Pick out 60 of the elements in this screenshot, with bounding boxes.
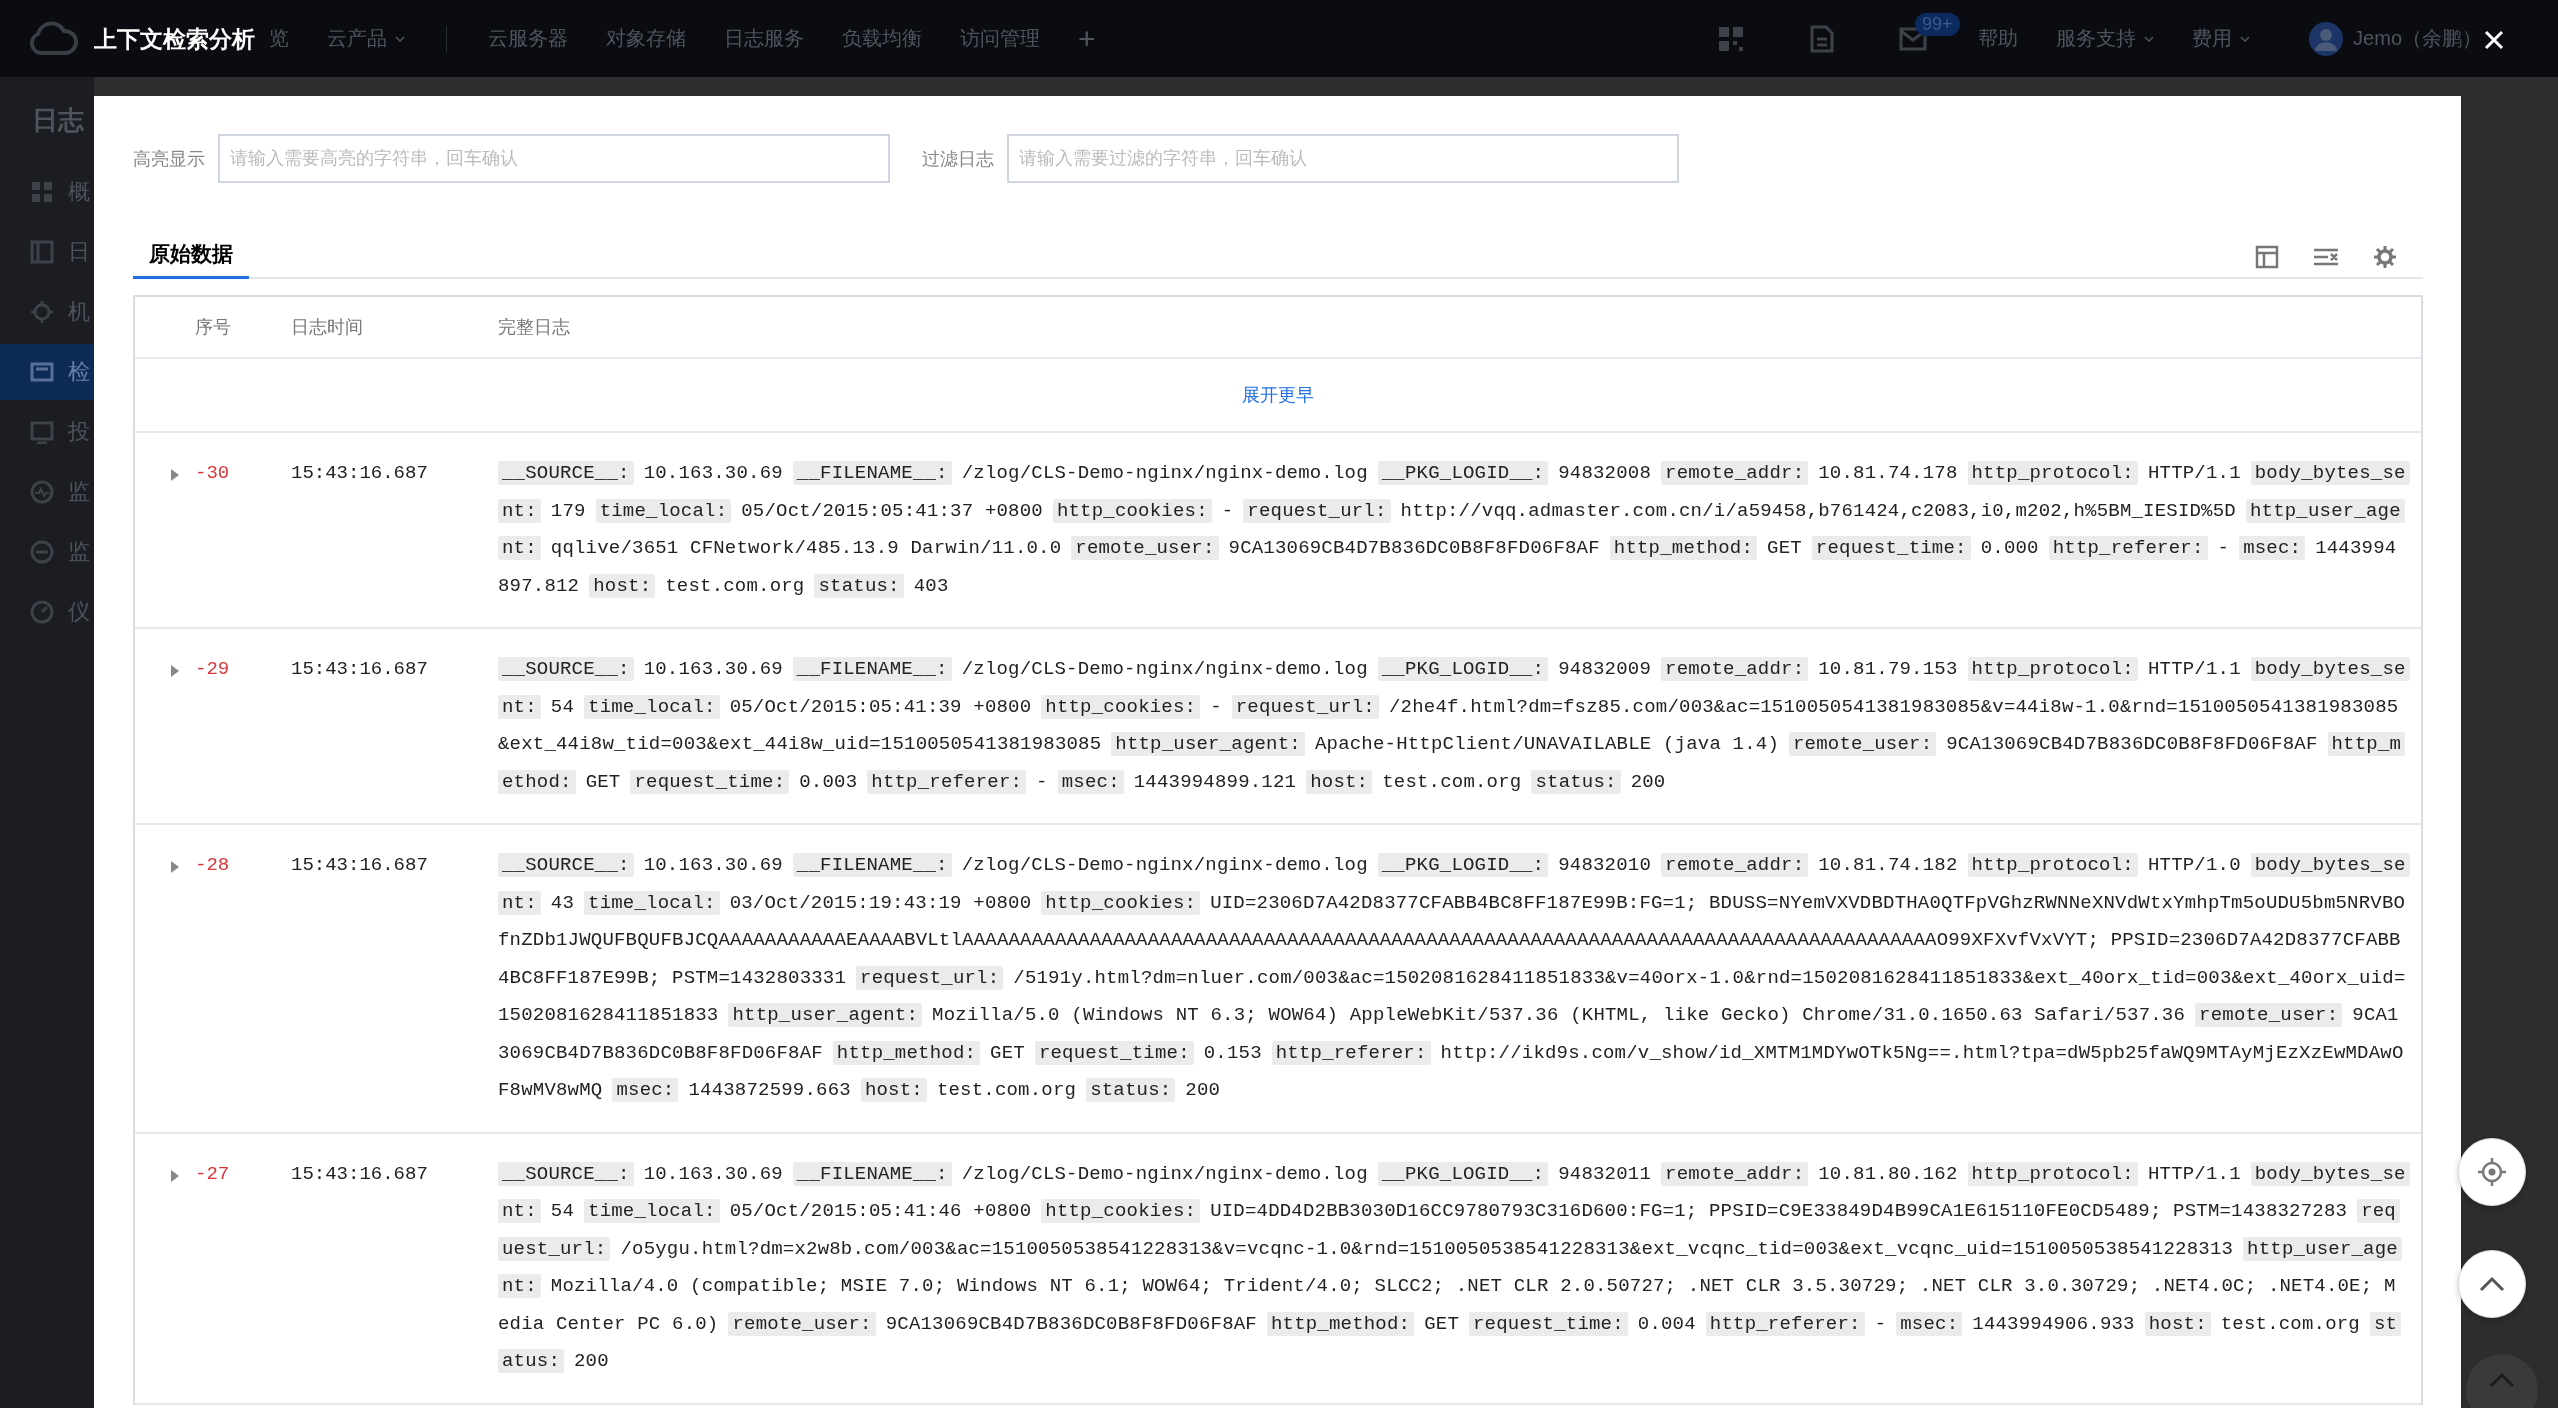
nav-link[interactable]: 负载均衡 bbox=[823, 25, 941, 52]
sidebar-item[interactable]: 监 bbox=[0, 524, 94, 580]
nav-link[interactable]: 日志服务 bbox=[705, 25, 823, 52]
document-icon[interactable] bbox=[1809, 24, 1836, 53]
row-number: -27 bbox=[195, 1162, 230, 1185]
card-icon bbox=[30, 360, 54, 384]
row-number: -30 bbox=[195, 462, 230, 484]
field-label: 过滤日志 bbox=[922, 147, 994, 171]
expand-arrow-icon[interactable] bbox=[170, 1169, 179, 1182]
nav-link[interactable]: 访问管理 bbox=[941, 25, 1059, 52]
row-number: -29 bbox=[195, 658, 230, 680]
sidebar-item[interactable]: 投 bbox=[0, 404, 94, 460]
nav-link[interactable]: 云产品 bbox=[308, 25, 424, 52]
row-number: -28 bbox=[195, 854, 230, 876]
sidebar-item[interactable]: 仪 bbox=[0, 584, 94, 640]
column-header: 完整日志 bbox=[498, 316, 570, 339]
search-field[interactable]: 请输入需要过滤的字符串，回车确认 bbox=[1007, 134, 1679, 183]
caret-icon bbox=[2144, 35, 2155, 42]
layout-icon[interactable] bbox=[2255, 245, 2279, 269]
log-time: 15:43:16.687 bbox=[291, 658, 428, 680]
chevron-up-icon bbox=[2489, 1372, 2515, 1388]
settings-icon[interactable] bbox=[2373, 245, 2397, 269]
column-header: 序号 bbox=[195, 316, 231, 339]
sidebar-item[interactable]: 日 bbox=[0, 224, 94, 280]
user-name[interactable]: Jemo（余鹏） bbox=[2353, 25, 2482, 52]
pulse-icon bbox=[30, 480, 54, 504]
tab[interactable]: 原始数据 bbox=[133, 240, 249, 279]
panel-icon bbox=[30, 240, 54, 264]
crosshair-icon bbox=[2477, 1157, 2507, 1187]
sidebar-item[interactable]: 机 bbox=[0, 284, 94, 340]
nav-link[interactable]: 帮助 bbox=[1959, 25, 2038, 52]
sidebar-item[interactable]: 概 bbox=[0, 164, 94, 220]
load-earlier-link[interactable]: 展开更早 bbox=[1242, 383, 1314, 407]
dialog-title: 上下文检索分析 bbox=[94, 25, 255, 54]
avatar-icon[interactable] bbox=[2309, 21, 2344, 56]
caret-icon bbox=[395, 35, 405, 42]
log-time: 15:43:16.687 bbox=[291, 854, 428, 876]
close-button[interactable] bbox=[2484, 30, 2504, 50]
column-header: 日志时间 bbox=[291, 316, 363, 339]
search-field[interactable]: 请输入需要高亮的字符串，回车确认 bbox=[218, 134, 890, 183]
grid-icon bbox=[30, 180, 54, 204]
expand-arrow-icon[interactable] bbox=[170, 469, 179, 482]
nav-link[interactable]: 费用 bbox=[2173, 25, 2270, 52]
log-time: 15:43:16.687 bbox=[291, 1162, 428, 1185]
nav-link[interactable]: 云服务器 bbox=[469, 25, 587, 52]
nav-link[interactable]: 对象存储 bbox=[587, 25, 705, 52]
field-label: 高亮显示 bbox=[133, 147, 205, 171]
nav-link[interactable]: + bbox=[1059, 21, 1115, 56]
expand-arrow-icon[interactable] bbox=[170, 861, 179, 874]
sidebar-item[interactable]: 检 bbox=[0, 344, 94, 400]
sidebar-item[interactable]: 监 bbox=[0, 464, 94, 520]
sidebar-title: 日志 bbox=[31, 104, 84, 137]
caret-icon bbox=[2240, 35, 2251, 42]
qr-code-icon[interactable] bbox=[1717, 24, 1746, 53]
nav-link[interactable]: 服务支持 bbox=[2037, 25, 2174, 52]
monitor-icon bbox=[30, 420, 54, 444]
expand-arrow-icon[interactable] bbox=[170, 665, 179, 678]
chevron-up-icon bbox=[2479, 1276, 2505, 1292]
dial-icon bbox=[30, 600, 54, 624]
log-time: 15:43:16.687 bbox=[291, 462, 428, 484]
